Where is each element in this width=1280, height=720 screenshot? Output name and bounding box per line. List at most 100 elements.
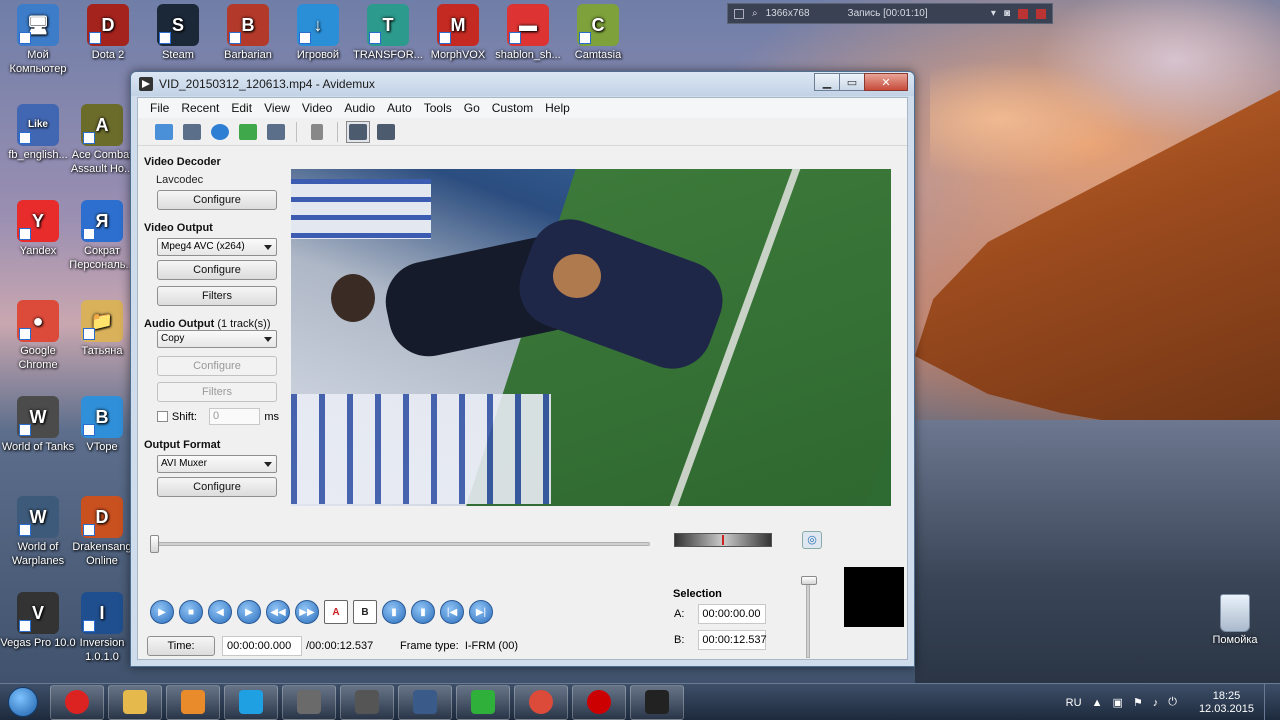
power-icon[interactable]: ⏻: [1168, 696, 1177, 709]
taskbar-skype-button[interactable]: [224, 684, 278, 720]
recorder-window-icon[interactable]: [734, 8, 744, 19]
video-output-select[interactable]: Mpeg4 AVC (x264): [157, 238, 277, 256]
menu-item-auto[interactable]: Auto: [381, 101, 418, 115]
desktop-icon[interactable]: C Camtasia: [560, 4, 636, 62]
stop-button[interactable]: ■: [179, 600, 203, 624]
taskbar-world-of-tanks-button[interactable]: [340, 684, 394, 720]
tray-expand-icon[interactable]: ▲: [1092, 697, 1103, 709]
output-format-select[interactable]: AVI Muxer: [157, 455, 277, 473]
show-desktop-button[interactable]: [1264, 684, 1274, 720]
desktop-icon[interactable]: D Dota 2: [70, 4, 146, 62]
previous-keyframe-button[interactable]: ◀◀: [266, 600, 290, 624]
menu-item-help[interactable]: Help: [539, 101, 576, 115]
pause-icon[interactable]: [1018, 8, 1028, 19]
save-image-button[interactable]: [264, 121, 288, 143]
menu-item-tools[interactable]: Tools: [418, 101, 458, 115]
taskbar-star-app-button[interactable]: [456, 684, 510, 720]
current-time-field[interactable]: 00:00:00.000: [222, 636, 302, 656]
desktop-icon[interactable]: 📁 Татьяна: [64, 300, 140, 358]
selection-b-field[interactable]: 00:00:12.537: [698, 630, 767, 650]
desktop-icon[interactable]: I Inversion 1.0.1.0: [64, 592, 140, 664]
minimize-button[interactable]: ▁: [814, 73, 840, 91]
start-button[interactable]: [0, 684, 46, 720]
menu-item-go[interactable]: Go: [458, 101, 486, 115]
menu-item-audio[interactable]: Audio: [338, 101, 381, 115]
shift-input[interactable]: 0: [208, 408, 261, 425]
audio-filters-button[interactable]: Filters: [157, 382, 277, 402]
app-icon: V: [17, 592, 59, 634]
go-first-frame-button[interactable]: |◀: [440, 600, 464, 624]
chevron-down-icon[interactable]: ▾: [991, 8, 996, 19]
audio-output-select[interactable]: Copy: [157, 330, 277, 348]
time-button[interactable]: Time:: [147, 636, 215, 656]
video-filters-button[interactable]: Filters: [157, 286, 277, 306]
volume-icon[interactable]: ♪: [1153, 697, 1159, 709]
input-preview-button[interactable]: [346, 120, 370, 143]
open-image-button[interactable]: [236, 121, 260, 143]
shift-unit: ms: [264, 410, 279, 423]
taskbar-opera-button[interactable]: [50, 684, 104, 720]
jog-shuttle[interactable]: [674, 533, 772, 547]
desktop-icon[interactable]: S Steam: [140, 4, 216, 62]
taskbar-explorer-button[interactable]: [108, 684, 162, 720]
stop-icon[interactable]: [1036, 8, 1046, 19]
next-keyframe-button[interactable]: ▶▶: [295, 600, 319, 624]
timeline-slider-thumb[interactable]: [150, 535, 159, 553]
save-button[interactable]: [180, 121, 204, 143]
selection-a-field[interactable]: 00:00:00.00: [698, 604, 767, 624]
recycle-bin[interactable]: Помойка: [1205, 594, 1265, 646]
audio-output-configure-button[interactable]: Configure: [157, 356, 277, 376]
menu-item-custom[interactable]: Custom: [486, 101, 539, 115]
previous-frame-button[interactable]: ◀: [208, 600, 232, 624]
shift-checkbox[interactable]: [157, 411, 168, 422]
set-marker-b-button[interactable]: B: [353, 600, 377, 624]
desktop-icon[interactable]: M MorphVOX: [420, 4, 496, 62]
camera-icon[interactable]: ◙: [1004, 8, 1010, 19]
video-output-configure-button[interactable]: Configure: [157, 260, 277, 280]
go-last-frame-button[interactable]: ▶|: [469, 600, 493, 624]
jog-reset-button[interactable]: ◎: [802, 531, 822, 549]
video-decoder-configure-button[interactable]: Configure: [157, 190, 277, 210]
menu-item-file[interactable]: File: [144, 101, 175, 115]
clock[interactable]: 18:25 12.03.2015: [1199, 690, 1254, 716]
network-icon[interactable]: ▣: [1112, 696, 1122, 709]
calculator-button[interactable]: [305, 121, 329, 143]
menu-item-recent[interactable]: Recent: [175, 101, 225, 115]
info-button[interactable]: [208, 121, 232, 143]
taskbar-chrome-button[interactable]: [514, 684, 568, 720]
desktop-icon[interactable]: Я Сократ Персональ...: [64, 200, 140, 272]
taskbar-warplanes-button[interactable]: [398, 684, 452, 720]
open-button[interactable]: [152, 121, 176, 143]
taskbar-avidemux-button[interactable]: [630, 684, 684, 720]
output-format-configure-button[interactable]: Configure: [157, 477, 277, 497]
taskbar-media-player-button[interactable]: [166, 684, 220, 720]
desktop-icon[interactable]: ▬ shablon_sh...: [490, 4, 566, 62]
desktop-icon[interactable]: B Barbarian: [210, 4, 286, 62]
desktop-icon[interactable]: ↓ Игровой: [280, 4, 356, 62]
desktop-icon[interactable]: T TRANSFOR...: [350, 4, 426, 62]
language-indicator[interactable]: RU: [1066, 697, 1082, 709]
desktop-icon[interactable]: A Ace Combat Assault Ho...: [64, 104, 140, 176]
desktop-icon[interactable]: D Drakensang Online: [64, 496, 140, 568]
open-folder-icon: [155, 123, 173, 140]
previous-black-frame-button[interactable]: ▮: [382, 600, 406, 624]
maximize-button[interactable]: ▭: [839, 73, 865, 91]
taskbar-recorder-button[interactable]: [572, 684, 626, 720]
next-frame-button[interactable]: ▶: [237, 600, 261, 624]
output-preview-button[interactable]: [374, 121, 398, 143]
menu-item-edit[interactable]: Edit: [225, 101, 258, 115]
timeline-slider[interactable]: [150, 542, 650, 546]
menu-item-video[interactable]: Video: [296, 101, 338, 115]
taskbar-game-button[interactable]: [282, 684, 336, 720]
play-button[interactable]: ▶: [150, 600, 174, 624]
volume-slider-thumb[interactable]: [801, 576, 817, 585]
close-button[interactable]: ✕: [864, 73, 908, 91]
volume-slider[interactable]: [806, 578, 810, 658]
desktop-icon[interactable]: B VTope: [64, 396, 140, 454]
set-marker-a-button[interactable]: A: [324, 600, 348, 624]
desktop-icon[interactable]: 🖥 Мой Компьютер: [0, 4, 76, 76]
flag-icon[interactable]: ⚑: [1133, 696, 1143, 709]
menu-item-view[interactable]: View: [258, 101, 296, 115]
title-bar[interactable]: VID_20150312_120613.mp4 - Avidemux ▁ ▭ ✕: [131, 72, 914, 96]
next-black-frame-button[interactable]: ▮: [411, 600, 435, 624]
